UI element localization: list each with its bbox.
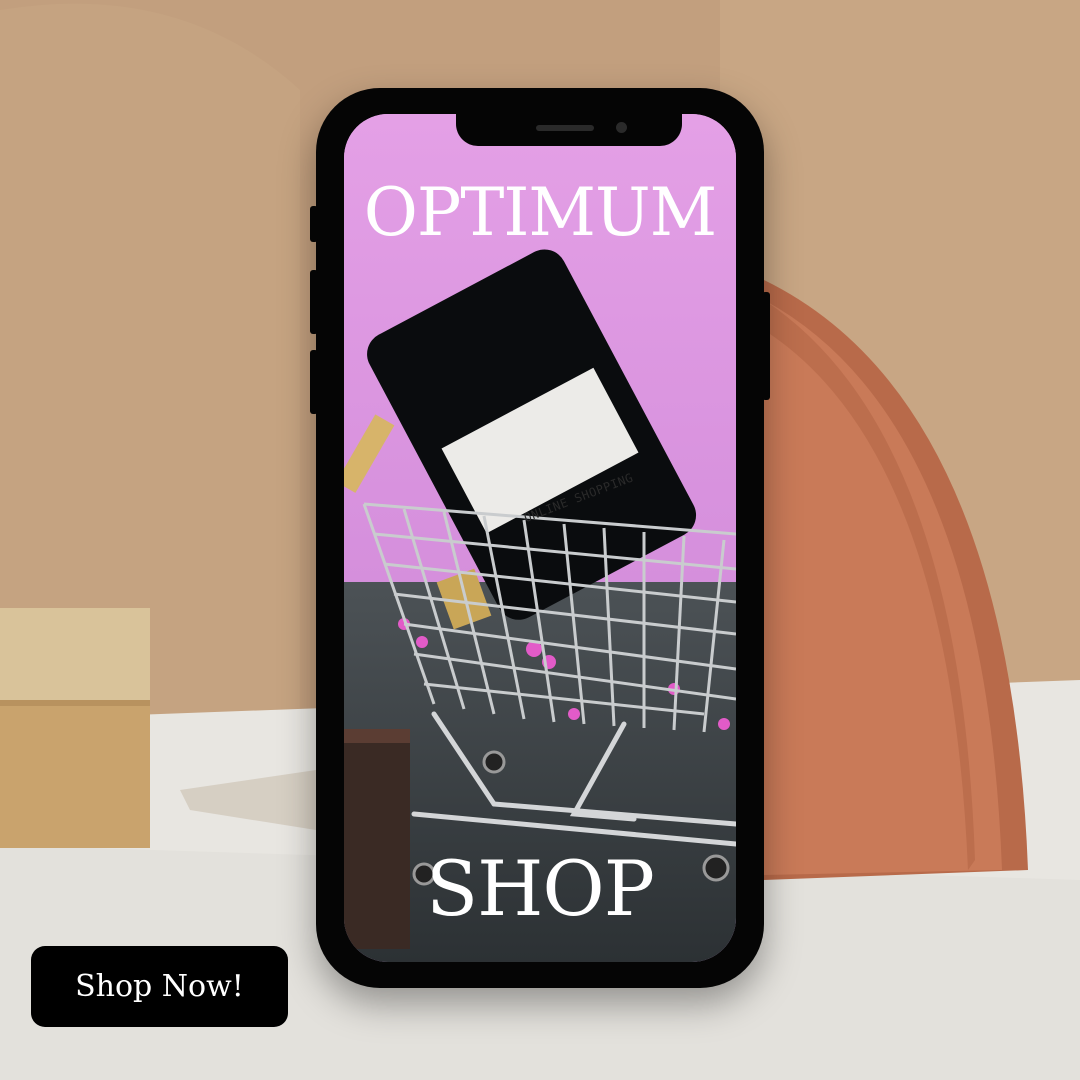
phone-volume-up — [310, 270, 318, 334]
phone-side-button — [310, 206, 318, 242]
speaker-grille — [536, 125, 594, 131]
hero-title-bottom: SHOP — [426, 844, 655, 933]
phone-frame: ONLINE SHOPPING OPTIMUM SHOP — [310, 88, 770, 988]
front-camera — [616, 122, 627, 133]
phone-notch — [456, 114, 682, 146]
phone-power-button — [762, 292, 770, 400]
shop-now-button[interactable]: Shop Now! — [31, 946, 288, 1027]
hero-title-top: OPTIMUM — [363, 174, 717, 251]
phone-screen: ONLINE SHOPPING OPTIMUM SHOP — [344, 114, 736, 962]
phone-volume-down — [310, 350, 318, 414]
